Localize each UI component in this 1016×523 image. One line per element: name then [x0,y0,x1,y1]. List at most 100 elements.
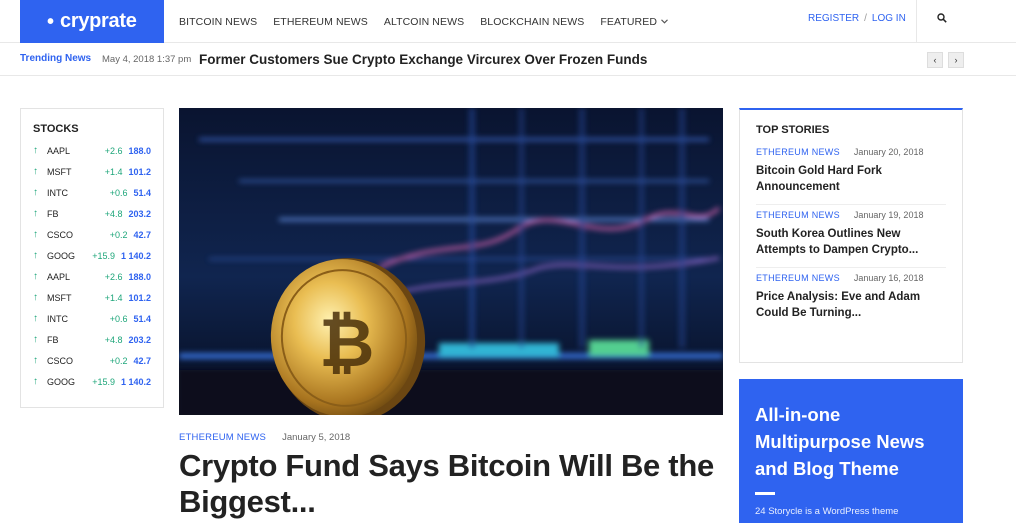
hero-date: January 5, 2018 [282,432,351,443]
promo-text: 24 Storycle is a WordPress theme [755,506,899,517]
stock-symbol: FB [47,208,59,219]
stock-change: +15.9 [92,376,115,387]
stock-row[interactable]: ↑ CSCO +0.2 42.7 [33,350,151,371]
stock-price: 1 140.2 [120,250,151,261]
hero-image[interactable]: ₿ [179,108,723,415]
stock-symbol: MSFT [47,166,72,177]
nav-bitcoin-news[interactable]: BITCOIN NEWS [179,16,257,28]
stock-row[interactable]: ↑ MSFT +1.4 101.2 [33,287,151,308]
story-date: January 20, 2018 [853,147,924,157]
stock-price: 1 140.2 [120,376,151,387]
story-category[interactable]: ETHEREUM NEWS [756,273,840,283]
trending-date: May 4, 2018 1:37 pm [102,54,192,65]
arrow-up-icon: ↑ [33,229,38,240]
auth-links: REGISTER / LOG IN [808,0,906,36]
stock-symbol: MSFT [47,292,72,303]
stock-row[interactable]: ↑ INTC +0.6 51.4 [33,182,151,203]
chevron-left-icon: ‹ [933,55,937,65]
stock-row[interactable]: ↑ CSCO +0.2 42.7 [33,224,151,245]
trending-prev-button[interactable]: ‹ [927,52,943,68]
stock-symbol: INTC [47,187,68,198]
stock-change: +2.6 [104,145,123,156]
arrow-up-icon: ↑ [33,166,38,177]
arrow-up-icon: ↑ [33,145,38,156]
register-link[interactable]: REGISTER [808,13,859,24]
stock-symbol: GOOG [47,376,76,387]
stock-symbol: AAPL [47,271,71,282]
trending-bar: Trending News May 4, 2018 1:37 pm Former… [0,44,1016,76]
site-logo[interactable]: • cryprate [20,0,164,43]
story-date: January 16, 2018 [853,273,924,283]
stock-price: 42.7 [133,229,151,240]
stock-change: +0.2 [109,355,128,366]
stock-price: 188.0 [128,145,151,156]
bitcoin-symbol: ₿ [319,304,374,383]
story-item: ETHEREUM NEWS January 19, 2018 South Kor… [756,205,946,268]
stock-symbol: CSCO [47,229,74,240]
story-category[interactable]: ETHEREUM NEWS [756,147,840,157]
arrow-up-icon: ↑ [33,355,38,366]
stock-symbol: GOOG [47,250,76,261]
trending-next-button[interactable]: › [948,52,964,68]
top-stories-widget: TOP STORIES ETHEREUM NEWS January 20, 20… [739,108,963,363]
arrow-up-icon: ↑ [33,376,38,387]
auth-separator: / [864,12,867,24]
nav-altcoin-news[interactable]: ALTCOIN NEWS [384,16,464,28]
stock-row[interactable]: ↑ MSFT +1.4 101.2 [33,161,151,182]
stock-price: 203.2 [128,334,151,345]
site-header: • cryprate BITCOIN NEWS ETHEREUM NEWS AL… [0,0,1016,43]
stock-row[interactable]: ↑ GOOG +15.9 1 140.2 [33,245,151,266]
logo-dot: • [47,10,55,33]
stock-row[interactable]: ↑ AAPL +2.6 188.0 [33,140,151,161]
arrow-up-icon: ↑ [33,250,38,261]
chevron-down-icon [661,17,668,26]
story-title[interactable]: Price Analysis: Eve and Adam Could Be Tu… [756,289,946,321]
story-date: January 19, 2018 [853,210,924,220]
promo-banner[interactable]: All-in-one Multipurpose News and Blog Th… [739,379,963,523]
stock-change: +0.6 [109,313,128,324]
promo-title: All-in-one Multipurpose News and Blog Th… [755,404,925,479]
stock-row[interactable]: ↑ GOOG +15.9 1 140.2 [33,371,151,392]
story-title[interactable]: Bitcoin Gold Hard Fork Announcement [756,163,946,195]
stock-change: +15.9 [92,250,115,261]
stock-row[interactable]: ↑ AAPL +2.6 188.0 [33,266,151,287]
login-link[interactable]: LOG IN [872,13,906,24]
arrow-up-icon: ↑ [33,313,38,324]
stock-change: +0.2 [109,229,128,240]
arrow-up-icon: ↑ [33,334,38,345]
search-button[interactable] [916,0,966,43]
main-nav: BITCOIN NEWS ETHEREUM NEWS ALTCOIN NEWS … [179,0,684,43]
stock-change: +4.8 [104,334,123,345]
hero-meta: ETHEREUM NEWS January 5, 2018 [179,432,350,443]
stock-symbol: INTC [47,313,68,324]
story-category[interactable]: ETHEREUM NEWS [756,210,840,220]
nav-featured-label: FEATURED [600,15,657,28]
stock-symbol: AAPL [47,145,71,156]
trending-headline[interactable]: Former Customers Sue Crypto Exchange Vir… [199,52,647,67]
nav-ethereum-news[interactable]: ETHEREUM NEWS [273,16,368,28]
hero-headline[interactable]: Crypto Fund Says Bitcoin Will Be the Big… [179,448,739,520]
stock-row[interactable]: ↑ FB +4.8 203.2 [33,203,151,224]
stock-price: 101.2 [128,292,151,303]
arrow-up-icon: ↑ [33,187,38,198]
story-title[interactable]: South Korea Outlines New Attempts to Dam… [756,226,946,258]
stock-row[interactable]: ↑ INTC +0.6 51.4 [33,308,151,329]
search-icon [936,10,947,28]
nav-blockchain-news[interactable]: BLOCKCHAIN NEWS [480,16,584,28]
stock-change: +4.8 [104,208,123,219]
trending-label: Trending News [20,53,92,64]
stock-price: 101.2 [128,166,151,177]
stock-row[interactable]: ↑ FB +4.8 203.2 [33,329,151,350]
logo-text: cryprate [60,10,137,32]
stock-change: +1.4 [104,166,123,177]
stock-list: ↑ AAPL +2.6 188.0 ↑ MSFT +1.4 101.2 ↑ INTC +0.6 51.… [33,140,151,392]
arrow-up-icon: ↑ [33,208,38,219]
nav-featured[interactable]: FEATURED [600,16,668,28]
stock-price: 203.2 [128,208,151,219]
stock-change: +2.6 [104,271,123,282]
stock-price: 188.0 [128,271,151,282]
stock-change: +0.6 [109,187,128,198]
hero-category[interactable]: ETHEREUM NEWS [179,432,266,443]
stocks-title: STOCKS [33,123,79,135]
stock-price: 51.4 [133,313,151,324]
